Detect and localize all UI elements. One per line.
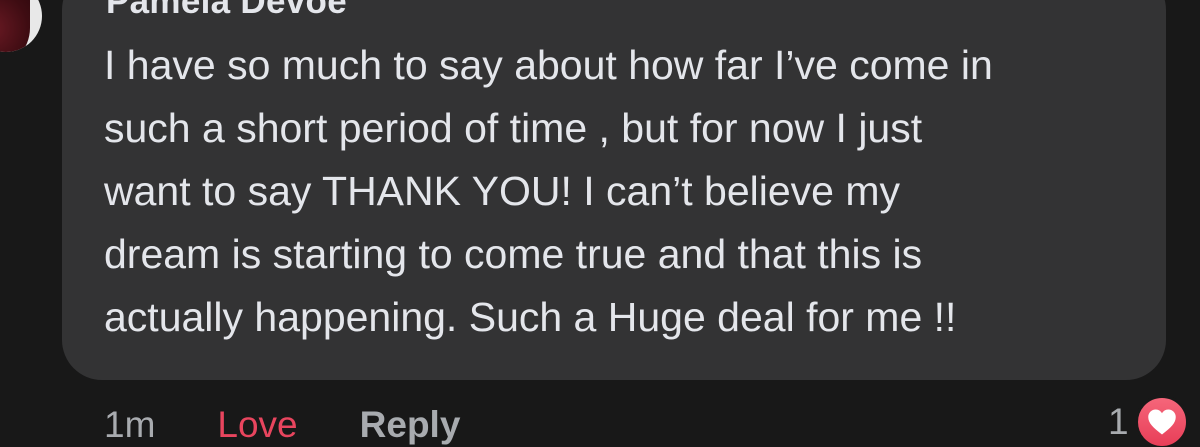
heart-icon-glyph [1147,409,1176,435]
love-button[interactable]: Love [217,404,297,446]
comment-text: I have so much to say about how far I’ve… [104,34,1154,349]
comment-line: actually happening. Such a Huge deal for… [104,294,957,340]
heart-icon [1134,395,1189,447]
comment-screen: Pamela Devoe I have so much to say about… [0,0,1200,447]
comment-timestamp: 1m [104,404,156,445]
comment-line: dream is starting to come true and that … [104,231,923,277]
reply-button[interactable]: Reply [360,404,461,446]
comment-author[interactable]: Pamela Devoe [106,0,347,22]
comment-line: such a short period of time , but for no… [104,105,923,151]
reaction-summary[interactable]: 1 [1108,392,1189,447]
comment-line: I have so much to say about how far I’ve… [104,42,993,88]
comment-line: want to say THANK YOU! I can’t believe m… [104,168,901,214]
avatar[interactable] [0,0,42,52]
reaction-count: 1 [1108,401,1129,442]
avatar-image [0,0,30,52]
comment-actions: 1m Love Reply [104,400,460,447]
